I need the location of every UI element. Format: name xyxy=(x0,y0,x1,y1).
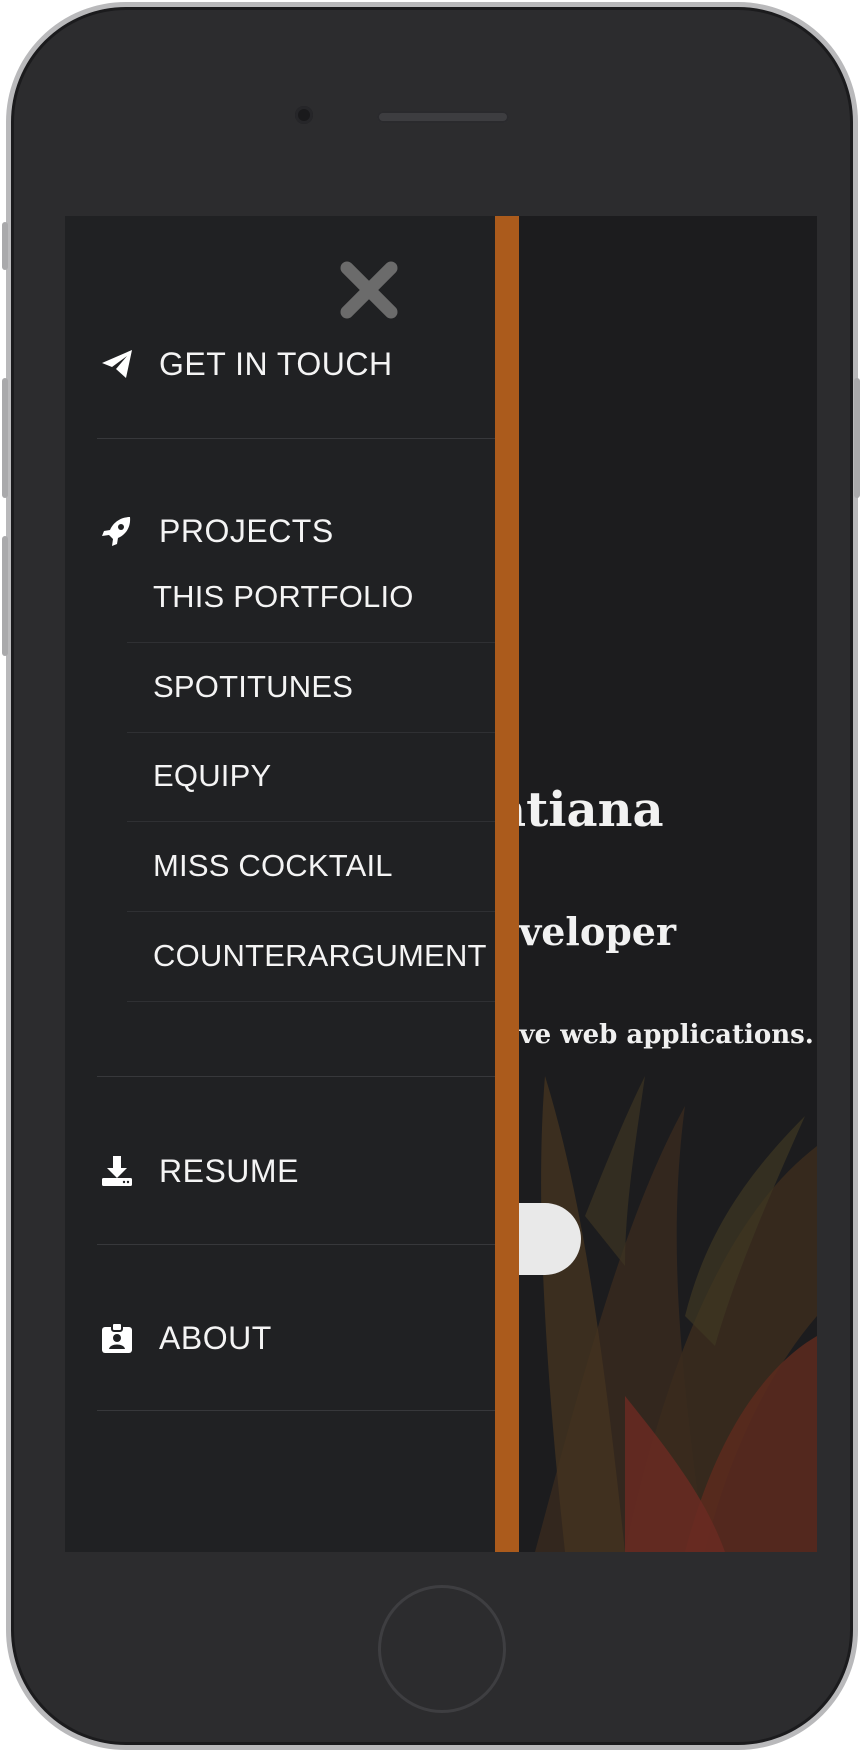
mute-switch xyxy=(2,222,8,270)
menu-projects[interactable]: PROJECTS xyxy=(97,501,495,561)
paper-plane-icon xyxy=(97,346,137,382)
menu-get-in-touch[interactable]: GET IN TOUCH xyxy=(97,334,495,394)
divider xyxy=(127,642,495,643)
divider xyxy=(97,438,495,439)
divider xyxy=(127,821,495,822)
divider xyxy=(127,732,495,733)
divider xyxy=(97,1244,495,1245)
volume-down-button xyxy=(2,536,8,656)
project-counterargument[interactable]: COUNTERARGUMENT xyxy=(153,926,495,986)
menu-resume[interactable]: RESUME xyxy=(97,1141,495,1201)
screen: atiana eveloper sive web applications. c… xyxy=(65,216,817,1552)
id-badge-icon xyxy=(97,1320,137,1356)
menu-label: RESUME xyxy=(159,1152,299,1189)
menu-about[interactable]: ABOUT xyxy=(97,1308,495,1368)
divider xyxy=(97,1076,495,1077)
project-miss-cocktail[interactable]: MISS COCKTAIL xyxy=(153,836,495,896)
close-icon[interactable] xyxy=(337,258,401,322)
menu-label: PROJECTS xyxy=(159,512,334,549)
camera-icon xyxy=(295,106,313,124)
project-equipy[interactable]: EQUIPY xyxy=(153,746,495,806)
project-spotitunes[interactable]: SPOTITUNES xyxy=(153,657,495,717)
divider xyxy=(127,1001,495,1002)
phone-frame: atiana eveloper sive web applications. c… xyxy=(6,2,858,1750)
nav-drawer: GET IN TOUCH PROJECTS THIS PORTFOLIO SPO… xyxy=(65,216,495,1552)
divider xyxy=(97,1410,495,1411)
volume-up-button xyxy=(2,378,8,498)
menu-label: ABOUT xyxy=(159,1319,272,1356)
speaker-grill xyxy=(377,111,509,123)
hero-role: eveloper xyxy=(495,909,676,954)
project-this-portfolio[interactable]: THIS PORTFOLIO xyxy=(153,567,495,627)
hero-tagline: sive web applications. xyxy=(495,1020,814,1050)
home-button[interactable] xyxy=(378,1585,506,1713)
download-icon xyxy=(97,1153,137,1189)
divider xyxy=(127,911,495,912)
drawer-accent-bar xyxy=(495,216,519,1552)
power-button xyxy=(854,378,860,498)
rocket-icon xyxy=(97,513,137,549)
hero-name: atiana xyxy=(495,782,664,838)
menu-label: GET IN TOUCH xyxy=(159,345,393,382)
